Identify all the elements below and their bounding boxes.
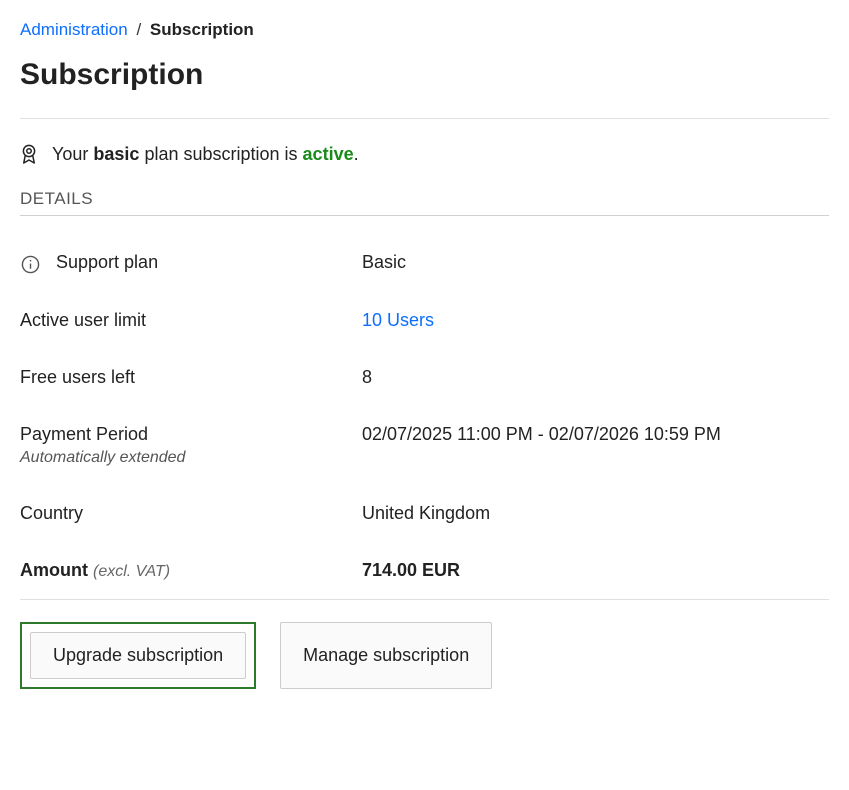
detail-label: Support plan <box>20 252 362 274</box>
detail-value: 8 <box>362 367 829 388</box>
ribbon-icon <box>20 143 38 165</box>
detail-row-amount: Amount (excl. VAT) 714.00 EUR <box>20 542 829 599</box>
detail-value: 714.00 EUR <box>362 560 829 581</box>
breadcrumb-parent-link[interactable]: Administration <box>20 20 128 39</box>
detail-row-support-plan: Support plan Basic <box>20 234 829 292</box>
detail-row-country: Country United Kingdom <box>20 485 829 542</box>
vat-note: (excl. VAT) <box>93 563 170 580</box>
subscription-status: Your basic plan subscription is active. <box>20 119 829 189</box>
detail-row-payment-period: Payment Period Automatically extended 02… <box>20 406 829 485</box>
status-middle: plan subscription is <box>144 144 297 164</box>
detail-row-active-user-limit: Active user limit 10 Users <box>20 292 829 349</box>
status-text: Your basic plan subscription is active. <box>52 144 359 165</box>
detail-value: Basic <box>362 252 829 273</box>
detail-label-text: Country <box>20 503 83 524</box>
detail-value: 02/07/2025 11:00 PM - 02/07/2026 10:59 P… <box>362 424 829 445</box>
details-divider <box>20 215 829 216</box>
breadcrumb: Administration / Subscription <box>20 20 829 40</box>
manage-subscription-button[interactable]: Manage subscription <box>280 622 492 689</box>
detail-sublabel: Automatically extended <box>20 449 185 467</box>
detail-label-text: Free users left <box>20 367 135 388</box>
status-state: active <box>303 144 354 164</box>
details-table: Support plan Basic Active user limit 10 … <box>20 234 829 599</box>
breadcrumb-separator: / <box>136 20 141 39</box>
detail-label: Amount (excl. VAT) <box>20 560 362 581</box>
detail-label: Country <box>20 503 362 524</box>
upgrade-highlight: Upgrade subscription <box>20 622 256 689</box>
detail-label-text: Payment Period <box>20 424 185 445</box>
detail-label-text: Active user limit <box>20 310 146 331</box>
detail-value: 10 Users <box>362 310 829 331</box>
page-title: Subscription <box>20 58 829 92</box>
upgrade-subscription-button[interactable]: Upgrade subscription <box>30 632 246 679</box>
status-plan: basic <box>93 144 139 164</box>
action-buttons: Upgrade subscription Manage subscription <box>20 600 829 689</box>
status-suffix: . <box>354 144 359 164</box>
detail-value: United Kingdom <box>362 503 829 524</box>
details-section-label: DETAILS <box>20 189 829 209</box>
detail-label: Payment Period Automatically extended <box>20 424 362 467</box>
breadcrumb-current: Subscription <box>150 20 254 39</box>
detail-label-text: Support plan <box>56 252 158 273</box>
status-prefix: Your <box>52 144 88 164</box>
detail-label: Active user limit <box>20 310 362 331</box>
info-icon <box>20 254 40 274</box>
detail-label: Free users left <box>20 367 362 388</box>
detail-label-text: Amount <box>20 560 88 580</box>
active-user-limit-link[interactable]: 10 Users <box>362 310 434 330</box>
detail-row-free-users-left: Free users left 8 <box>20 349 829 406</box>
